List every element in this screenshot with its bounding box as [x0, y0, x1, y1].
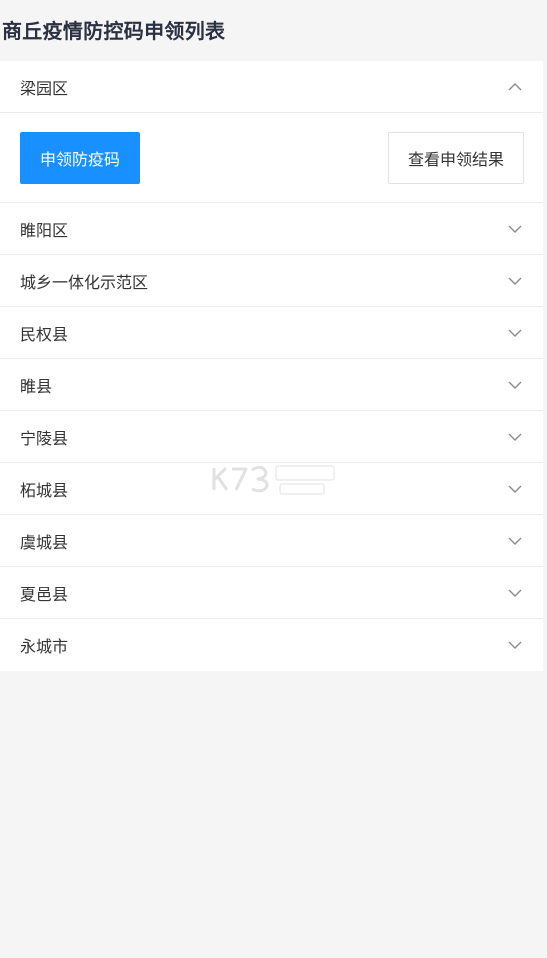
chevron-down-icon: [507, 585, 523, 601]
district-actions: 申领防疫码 查看申领结果: [0, 113, 543, 203]
view-result-button[interactable]: 查看申领结果: [388, 132, 524, 184]
chevron-down-icon: [507, 377, 523, 393]
district-row-liangyuan[interactable]: 梁园区: [0, 61, 543, 113]
chevron-down-icon: [507, 429, 523, 445]
chevron-down-icon: [507, 533, 523, 549]
district-row-yongcheng[interactable]: 永城市: [0, 619, 543, 671]
apply-code-button[interactable]: 申领防疫码: [20, 132, 140, 184]
district-label: 民权县: [20, 324, 69, 344]
district-label: 虞城县: [20, 532, 69, 552]
chevron-down-icon: [507, 325, 523, 341]
district-row-suiyang[interactable]: 睢阳区: [0, 203, 543, 255]
district-row-ningling[interactable]: 宁陵县: [0, 411, 543, 463]
district-label: 夏邑县: [20, 584, 69, 604]
district-label: 柘城县: [20, 480, 69, 500]
district-label: 宁陵县: [20, 428, 69, 448]
chevron-up-icon: [507, 79, 523, 95]
district-row-demo-zone[interactable]: 城乡一体化示范区: [0, 255, 543, 307]
district-row-suixian[interactable]: 睢县: [0, 359, 543, 411]
district-label: 梁园区: [20, 78, 69, 98]
chevron-down-icon: [507, 221, 523, 237]
district-row-xiayi[interactable]: 夏邑县: [0, 567, 543, 619]
district-row-minquan[interactable]: 民权县: [0, 307, 543, 359]
chevron-down-icon: [507, 637, 523, 653]
district-label: 睢县: [20, 376, 53, 396]
page-title: 商丘疫情防控码申领列表: [2, 19, 226, 43]
district-label: 城乡一体化示范区: [20, 272, 149, 292]
district-label: 睢阳区: [20, 220, 69, 240]
district-list: 梁园区 申领防疫码 查看申领结果 睢阳区 城乡一体化示范区 民权县 睢县 宁陵县: [0, 61, 543, 671]
district-row-yucheng[interactable]: 虞城县: [0, 515, 543, 567]
district-label: 永城市: [20, 637, 69, 656]
district-row-zhecheng[interactable]: 柘城县: [0, 463, 543, 515]
chevron-down-icon: [507, 481, 523, 497]
chevron-down-icon: [507, 273, 523, 289]
